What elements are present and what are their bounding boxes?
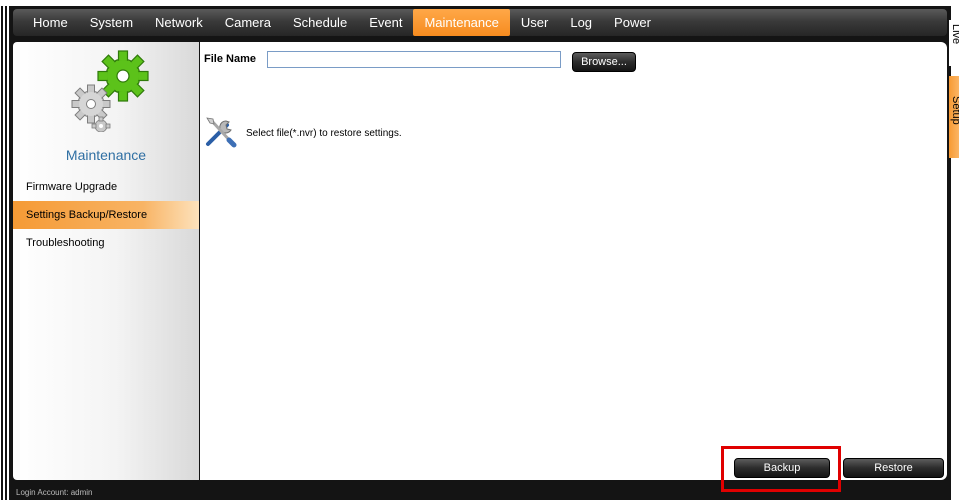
nav-network[interactable]: Network [144, 9, 214, 36]
sidebar-item-settings-backup-restore[interactable]: Settings Backup/Restore [13, 201, 199, 229]
nav-schedule[interactable]: Schedule [282, 9, 358, 36]
tools-icon [206, 117, 237, 148]
nav-event[interactable]: Event [358, 9, 413, 36]
nav-home[interactable]: Home [22, 9, 79, 36]
left-border [0, 6, 9, 500]
file-name-label: File Name [204, 53, 256, 65]
main-content: File Name Browse... Select file(*.nvr) t… [200, 42, 947, 480]
tab-live-label: Live [950, 24, 959, 45]
browse-button[interactable]: Browse... [572, 52, 636, 72]
tab-setup-label: Setup [950, 96, 959, 125]
sidebar: Maintenance Firmware Upgrade Settings Ba… [13, 42, 199, 480]
restore-hint-text: Select file(*.nvr) to restore settings. [246, 128, 402, 139]
gears-icon [71, 50, 149, 132]
nav-user[interactable]: User [510, 9, 559, 36]
nav-camera[interactable]: Camera [214, 9, 282, 36]
file-name-input[interactable] [267, 51, 561, 68]
tab-live[interactable]: Live [949, 20, 959, 66]
sidebar-item-firmware-upgrade[interactable]: Firmware Upgrade [13, 173, 199, 201]
nav-power[interactable]: Power [603, 9, 662, 36]
sidebar-title: Maintenance [65, 147, 147, 163]
backup-button[interactable]: Backup [734, 458, 830, 478]
nav-log[interactable]: Log [559, 9, 603, 36]
nav-system[interactable]: System [79, 9, 144, 36]
tab-setup[interactable]: Setup [949, 76, 959, 158]
restore-button[interactable]: Restore [843, 458, 944, 478]
top-navigation: Home System Network Camera Schedule Even… [13, 9, 947, 36]
nav-maintenance[interactable]: Maintenance [413, 9, 510, 36]
login-account-status: Login Account: admin [16, 488, 93, 497]
sidebar-item-troubleshooting[interactable]: Troubleshooting [13, 229, 199, 257]
